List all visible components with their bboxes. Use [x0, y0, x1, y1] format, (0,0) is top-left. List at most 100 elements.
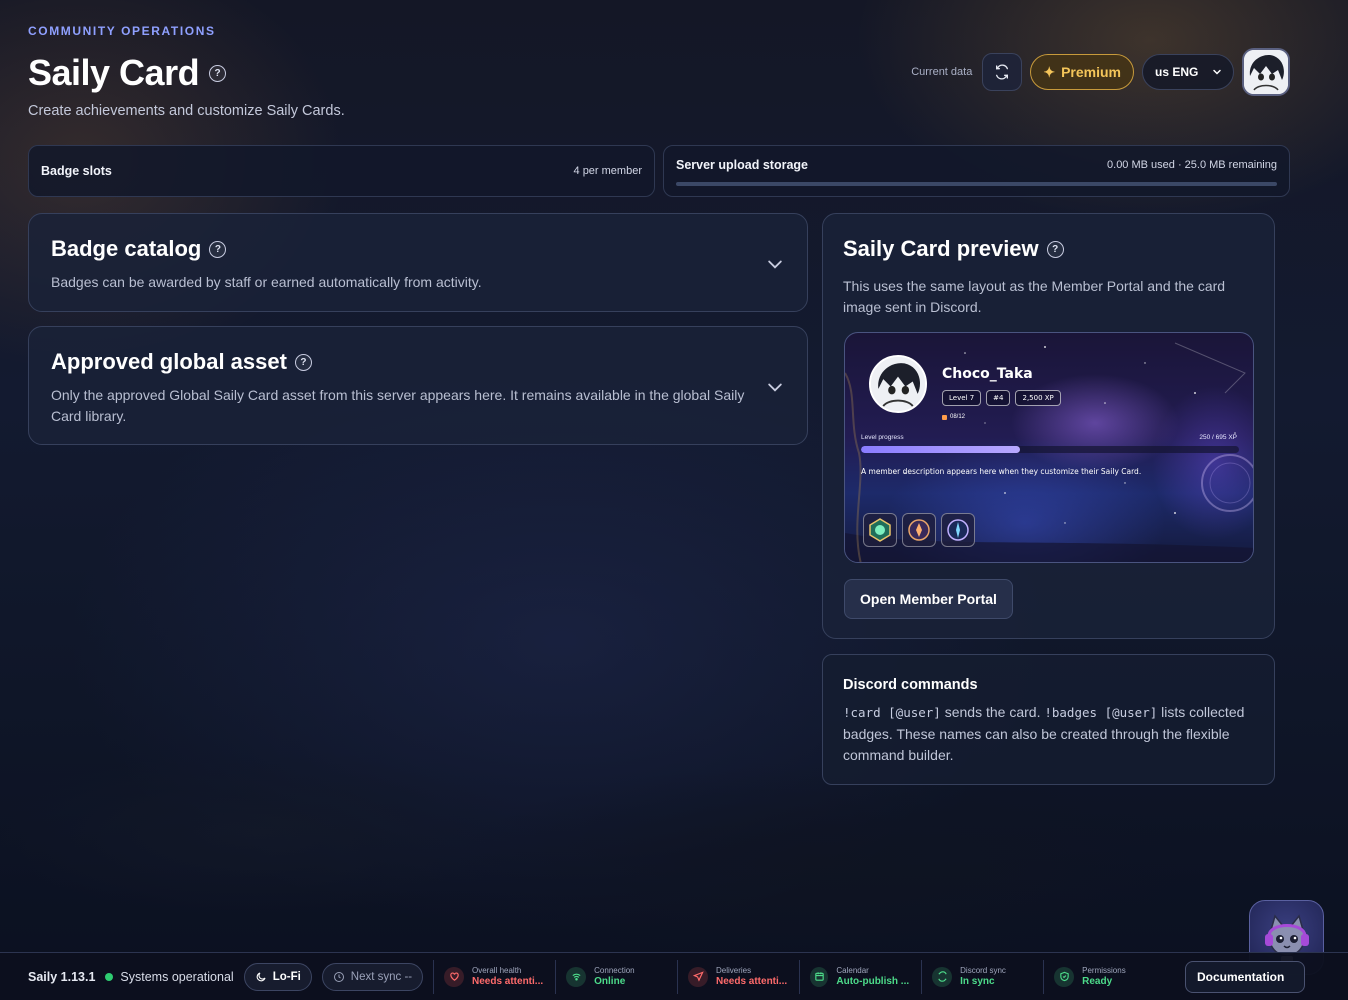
- status-value: Auto-publish ...: [836, 975, 910, 987]
- shield-icon: [1054, 966, 1075, 987]
- storage-label: Server upload storage: [676, 158, 808, 172]
- accordion-description: Badges can be awarded by staff or earned…: [51, 274, 482, 290]
- next-sync-label: Next sync --: [350, 970, 413, 983]
- card-username: Choco_Taka: [942, 366, 1033, 382]
- status-connection[interactable]: Connection Online: [555, 959, 677, 994]
- documentation-button[interactable]: Documentation: [1185, 961, 1305, 993]
- section-eyebrow: COMMUNITY OPERATIONS: [28, 24, 216, 38]
- status-label: Calendar: [836, 965, 869, 975]
- status-value: Needs attenti...: [472, 975, 544, 987]
- badge-slots-label: Badge slots: [41, 164, 112, 178]
- calendar-icon: [942, 414, 947, 420]
- badges-command: !badges [@user]: [1044, 705, 1158, 720]
- heart-icon: [444, 966, 464, 987]
- status-label: Permissions: [1082, 965, 1126, 975]
- page-subtitle: Create achievements and customize Saily …: [28, 103, 345, 119]
- status-discord-sync[interactable]: Discord sync In sync: [921, 959, 1043, 994]
- sparkle-icon: ✦: [1043, 63, 1056, 80]
- system-status: Systems operational: [105, 969, 234, 984]
- top-toolbar: Current data ✦ Premium us ENG: [911, 48, 1290, 96]
- commands-text-1: sends the card.: [940, 704, 1045, 720]
- status-label: Overall health: [472, 965, 522, 975]
- accordion-description: Only the approved Global Saily Card asse…: [51, 387, 745, 424]
- chevron-down-icon[interactable]: [765, 377, 785, 397]
- status-value: Needs attenti...: [716, 975, 788, 987]
- discord-commands-panel: Discord commands !card [@user] sends the…: [822, 654, 1275, 785]
- language-select[interactable]: us ENG: [1142, 54, 1234, 90]
- app-version: Saily 1.13.1: [28, 969, 96, 984]
- current-data-label: Current data: [911, 66, 973, 78]
- level-progress-fill: [861, 446, 1020, 453]
- card-avatar: [869, 355, 927, 413]
- avatar-portrait-icon: [1244, 50, 1288, 94]
- xp-chip: 2,500 XP: [1015, 390, 1061, 406]
- help-icon[interactable]: ?: [1046, 240, 1064, 258]
- card-date-text: 08/12: [950, 414, 966, 420]
- card-command: !card [@user]: [843, 705, 941, 720]
- chevron-down-icon: [1213, 69, 1221, 75]
- premium-button[interactable]: ✦ Premium: [1030, 54, 1134, 90]
- storage-value: 0.00 MB used · 25.0 MB remaining: [1107, 159, 1277, 171]
- medal-blue-icon: [941, 513, 975, 547]
- moon-icon: [256, 971, 266, 981]
- status-deliveries[interactable]: Deliveries Needs attenti...: [677, 959, 799, 994]
- open-member-portal-button[interactable]: Open Member Portal: [844, 579, 1013, 619]
- saily-card: Choco_Taka Level 7 #4 2,500 XP 08/12 Lev…: [844, 332, 1254, 563]
- storage-progress-bar: [676, 182, 1277, 186]
- level-progress-label: Level progress: [861, 434, 904, 441]
- wifi-icon: [566, 966, 587, 987]
- calendar-icon: [810, 966, 829, 987]
- help-icon[interactable]: ?: [294, 353, 312, 371]
- status-value: In sync: [960, 975, 995, 987]
- status-value: Ready: [1082, 975, 1113, 987]
- language-value: us ENG: [1155, 65, 1199, 79]
- card-badges: [863, 513, 975, 547]
- status-permissions[interactable]: Permissions Ready: [1043, 959, 1165, 994]
- clock-icon: [333, 971, 344, 982]
- badge-slots-card: Badge slots 4 per member: [28, 145, 655, 197]
- approved-global-asset-accordion[interactable]: Approved global asset ? Only the approve…: [28, 326, 808, 445]
- badge-slots-value: 4 per member: [573, 165, 642, 177]
- level-progress-bar: [861, 446, 1239, 453]
- status-dot-icon: [105, 972, 114, 981]
- status-label: Deliveries: [716, 965, 752, 975]
- send-icon: [688, 966, 708, 987]
- preview-title: Saily Card preview: [843, 236, 1039, 261]
- sync-icon: [932, 966, 953, 987]
- status-calendar[interactable]: Calendar Auto-publish ...: [799, 959, 921, 994]
- lofi-button[interactable]: Lo-Fi: [243, 962, 312, 991]
- next-sync-button[interactable]: Next sync --: [321, 962, 424, 991]
- status-footer: Saily 1.13.1 Systems operational Lo-Fi N…: [0, 952, 1348, 1000]
- status-label: Discord sync: [960, 965, 1006, 975]
- medal-orange-icon: [902, 513, 936, 547]
- page-title: Saily Card: [28, 52, 200, 93]
- status-value: Online: [594, 975, 626, 987]
- chevron-down-icon[interactable]: [765, 254, 785, 274]
- storage-card: Server upload storage 0.00 MB used · 25.…: [663, 145, 1290, 197]
- refresh-icon: [996, 64, 1009, 80]
- level-chip: Level 7: [942, 390, 982, 406]
- commands-text: !card [@user] sends the card. !badges [@…: [843, 702, 1254, 767]
- accordion-title: Badge catalog: [51, 236, 202, 261]
- user-avatar[interactable]: [1242, 48, 1290, 96]
- system-status-text: Systems operational: [120, 969, 234, 984]
- card-date: 08/12: [942, 414, 965, 420]
- status-label: Connection: [594, 965, 635, 975]
- saily-card-preview-panel: Saily Card preview ? This uses the same …: [822, 213, 1275, 639]
- medal-green-icon: [863, 513, 897, 547]
- status-overall-health[interactable]: Overall health Needs attenti...: [433, 959, 555, 994]
- premium-label: Premium: [1061, 64, 1121, 80]
- accordion-title: Approved global asset: [51, 349, 287, 374]
- card-description: A member description appears here when t…: [861, 467, 1142, 476]
- preview-description: This uses the same layout as the Member …: [843, 278, 1226, 315]
- commands-title: Discord commands: [843, 677, 978, 693]
- avatar-portrait-icon: [871, 357, 925, 411]
- card-chips: Level 7 #4 2,500 XP: [942, 390, 1061, 406]
- badge-catalog-accordion[interactable]: Badge catalog ? Badges can be awarded by…: [28, 213, 808, 312]
- lofi-label: Lo-Fi: [272, 970, 301, 983]
- help-icon[interactable]: ?: [209, 64, 227, 82]
- status-list: Overall health Needs attenti... Connectio…: [433, 959, 1165, 994]
- refresh-button[interactable]: [982, 53, 1023, 91]
- help-icon[interactable]: ?: [209, 240, 227, 258]
- level-progress-xp: 250 / 695 XP: [1199, 434, 1237, 441]
